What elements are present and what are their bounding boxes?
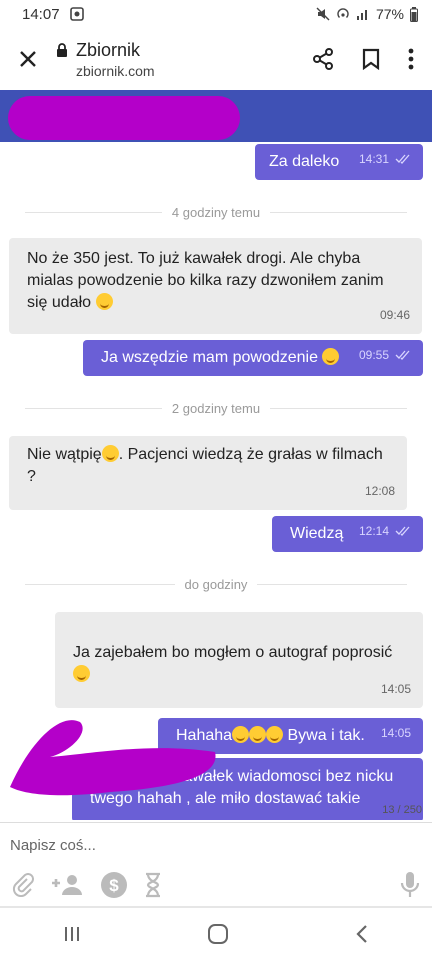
message-time: 09:46 xyxy=(379,308,410,322)
battery-icon xyxy=(410,6,418,22)
date-divider: do godziny xyxy=(0,574,432,594)
double-check-icon xyxy=(395,154,410,164)
char-counter: 13 / 250 xyxy=(382,804,422,816)
battery-percent: 77% xyxy=(375,6,404,22)
message-time: 14:05 xyxy=(380,682,411,696)
page-title: Zbiornik xyxy=(76,39,141,60)
chat-header-band xyxy=(0,90,432,142)
message-time: 14:05 xyxy=(380,726,411,740)
divider-label: 2 godziny temu xyxy=(161,400,271,416)
message-incoming: No że 350 jest. To już kawałek drogi. Al… xyxy=(9,238,422,334)
smile-emoji-icon xyxy=(95,293,113,310)
notification-icon xyxy=(69,7,84,21)
message-text: No że 350 jest. To już kawałek drogi. Al… xyxy=(27,250,384,311)
chat-thread[interactable]: Za daleko 14:31 4 godziny temu No że 350… xyxy=(0,142,432,820)
message-outgoing: Za daleko 14:31 xyxy=(255,144,423,180)
message-input-row xyxy=(0,822,432,868)
double-check-icon xyxy=(395,350,410,360)
date-divider: 4 godziny temu xyxy=(0,202,432,222)
laugh-emoji-icon xyxy=(232,726,250,743)
system-nav-bar xyxy=(0,908,432,960)
close-icon xyxy=(20,51,36,67)
divider-label: 4 godziny temu xyxy=(161,204,271,220)
lock-icon xyxy=(57,43,67,57)
message-text: Ja zajebałem bo mogłem o autograf popros… xyxy=(73,644,393,661)
more-vert-icon[interactable] xyxy=(408,48,414,70)
share-icon[interactable] xyxy=(312,48,334,70)
message-incoming: Ja zajebałem bo mogłem o autograf popros… xyxy=(55,612,423,708)
laugh-emoji-icon xyxy=(249,726,267,743)
smile-emoji-icon xyxy=(101,445,119,462)
double-check-icon xyxy=(395,526,410,536)
grin-emoji-icon xyxy=(322,348,340,365)
message-text: Za daleko xyxy=(269,153,340,170)
signal-icon xyxy=(356,10,367,20)
close-button[interactable] xyxy=(0,50,56,68)
mute-icon xyxy=(316,7,330,21)
smile-emoji-icon xyxy=(73,665,90,682)
status-bar: 14:07 77% xyxy=(0,0,432,28)
mic-icon[interactable] xyxy=(400,871,420,899)
back-icon[interactable] xyxy=(354,924,370,944)
hotspot-icon xyxy=(337,8,349,18)
message-outgoing: Ja wszędzie mam powodzenie 09:55 xyxy=(83,340,423,376)
add-user-icon[interactable] xyxy=(50,873,84,897)
message-incoming: Nie wątpię. Pacjenci wiedzą że grałas w … xyxy=(9,436,407,510)
money-icon[interactable]: $ xyxy=(100,871,128,899)
url-block[interactable]: Zbiornik zbiornik.com xyxy=(56,40,155,79)
message-text-cont: Bywa i tak. xyxy=(283,727,365,744)
message-text: Nie wątpię xyxy=(27,446,102,463)
divider-label: do godziny xyxy=(174,576,258,592)
hourglass-icon[interactable] xyxy=(144,872,162,898)
page-url: zbiornik.com xyxy=(76,62,155,79)
message-input[interactable] xyxy=(10,837,390,854)
message-text: Wiedzą xyxy=(290,525,344,542)
browser-toolbar: Zbiornik zbiornik.com xyxy=(0,28,432,90)
message-outgoing: Wiedzą 12:14 xyxy=(272,516,423,552)
composer-tools: $ xyxy=(0,866,432,904)
message-time: 12:08 xyxy=(364,484,395,498)
date-divider: 2 godziny temu xyxy=(0,398,432,418)
bookmark-icon[interactable] xyxy=(362,48,380,70)
redaction-scribble xyxy=(10,720,216,796)
recent-apps-icon[interactable] xyxy=(62,924,82,944)
message-time: 14:31 xyxy=(358,152,389,166)
home-icon[interactable] xyxy=(207,923,229,945)
laugh-emoji-icon xyxy=(266,726,284,743)
status-time: 14:07 xyxy=(22,5,60,23)
message-time: 12:14 xyxy=(358,524,389,538)
svg-text:$: $ xyxy=(109,876,119,895)
message-text: Ja wszędzie mam powodzenie xyxy=(101,349,318,366)
redaction-scribble xyxy=(8,96,240,140)
message-time: 09:55 xyxy=(358,348,389,362)
attach-icon[interactable] xyxy=(12,873,34,897)
